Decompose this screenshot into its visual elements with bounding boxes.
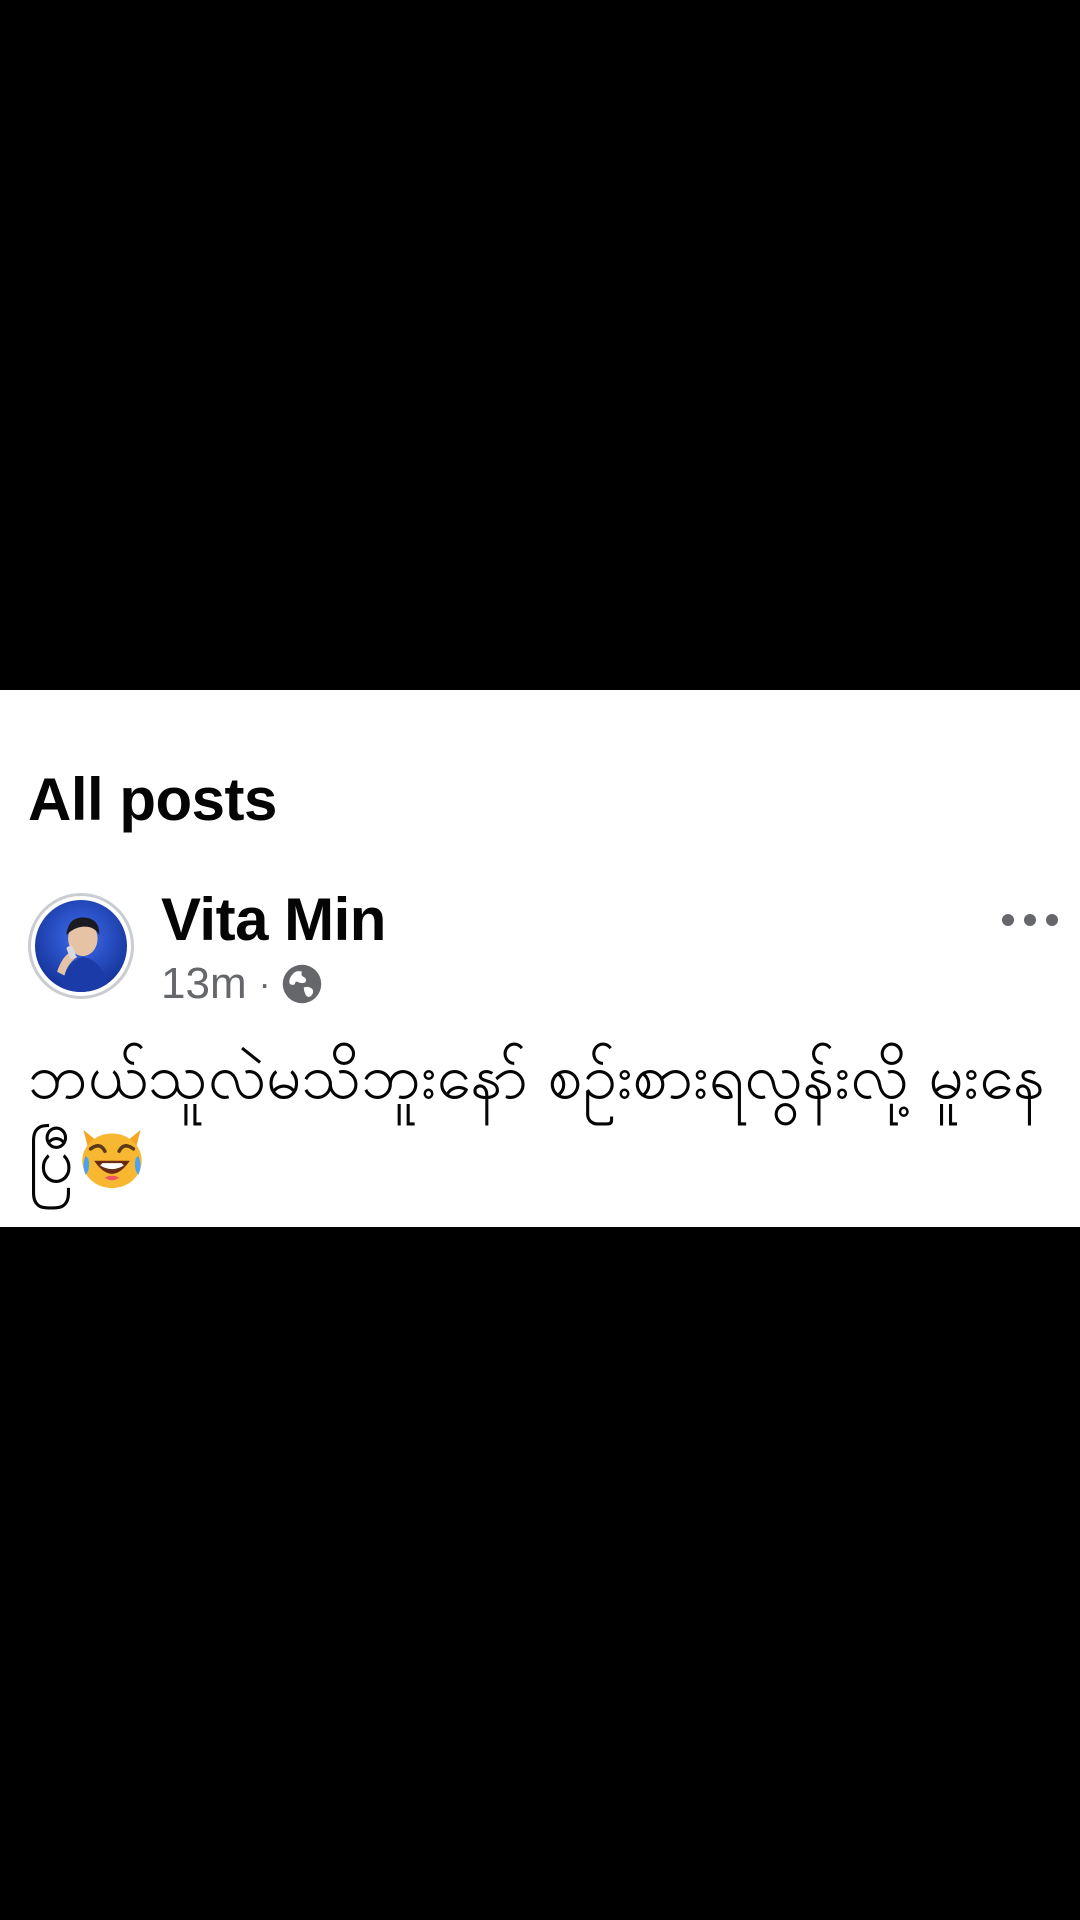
- globe-icon: [281, 963, 323, 1005]
- author-avatar[interactable]: [28, 893, 134, 999]
- more-options-icon[interactable]: [1002, 905, 1058, 935]
- more-dot: [1024, 914, 1036, 926]
- post-text: ဘယ်သူလဲမသိဘူးနော် စဉ်းစားရလွန်းလို့ မူးန…: [28, 1036, 1048, 1203]
- section-title: All posts: [28, 766, 277, 833]
- cat-joy-tears-emoji: [74, 1118, 150, 1194]
- avatar-image: [35, 900, 127, 992]
- meta-separator: ·: [258, 963, 271, 1004]
- screen: All posts Vita Min 13m · ဘယ်သူလဲမသိဘူးနေ…: [0, 0, 1080, 1920]
- post-meta: 13m ·: [161, 962, 323, 1006]
- author-name[interactable]: Vita Min: [161, 887, 386, 953]
- post-card: All posts Vita Min 13m · ဘယ်သူလဲမသိဘူးနေ…: [0, 690, 1080, 1227]
- post-time[interactable]: 13m: [161, 962, 247, 1006]
- more-dot: [1002, 914, 1014, 926]
- post-body: ဘယ်သူလဲမသိဘူးနော် စဉ်းစားရလွန်းလို့ မူးန…: [28, 1040, 1046, 1198]
- more-dot: [1046, 914, 1058, 926]
